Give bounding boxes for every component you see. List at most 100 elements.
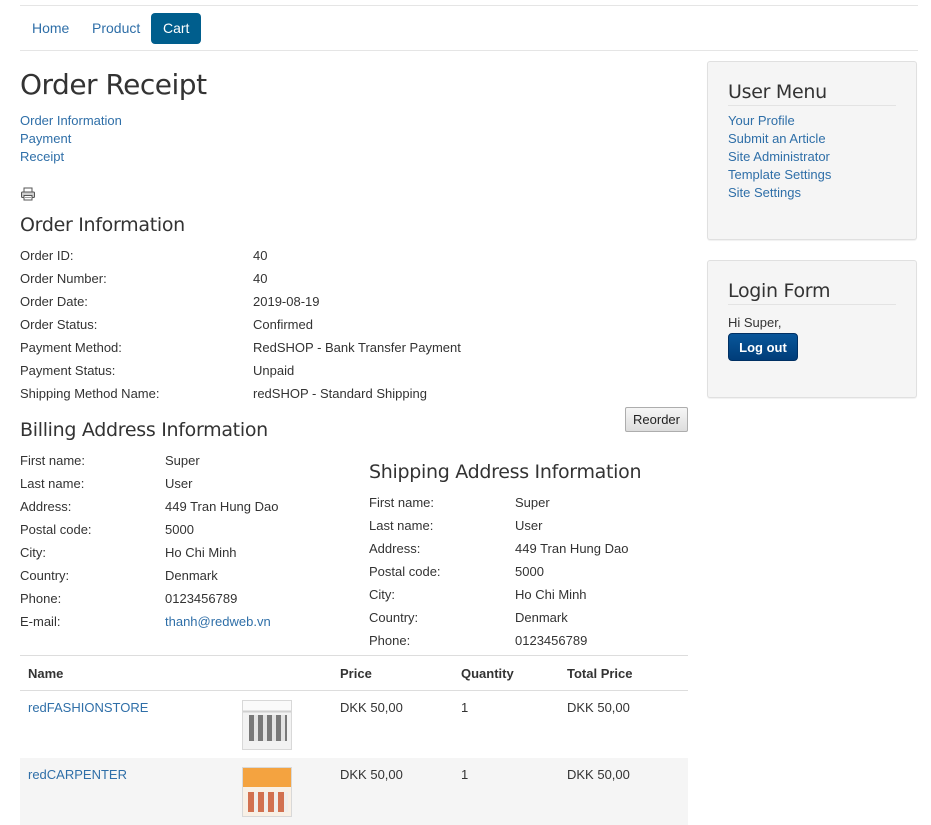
product-thumbnail[interactable] [242,700,292,750]
billing-row: Postal code: 5000 [20,518,350,541]
shipping-city-label: City: [369,587,395,602]
order-info-row: Payment Status: Unpaid [20,359,620,382]
col-name-header: Name [20,655,232,691]
step-receipt[interactable]: Receipt [20,148,122,166]
billing-row: City: Ho Chi Minh [20,541,350,564]
billing-row: First name: Super [20,449,350,472]
order-status-value: Confirmed [253,317,313,332]
billing-last-name-value: User [165,476,193,491]
shipping-row: Country: Denmark [369,606,689,629]
order-info-list: Order ID: 40 Order Number: 40 Order Date: 2… [20,244,620,405]
nav-home[interactable]: Home [20,13,81,44]
product-name-cell: redFASHIONSTORE [20,691,232,758]
payment-status-label: Payment Status: [20,363,116,378]
table-row: redFASHIONSTORE DKK 50,00 1 DKK 50,00 [20,691,688,758]
shipping-last-name-value: User [515,518,543,533]
product-price: DKK 50,00 [332,757,453,825]
billing-city-label: City: [20,545,46,560]
order-number-value: 40 [253,271,268,286]
product-total: DKK 50,00 [559,757,688,825]
nav-cart[interactable]: Cart [151,13,202,44]
product-image-cell [232,757,332,825]
billing-country-value: Denmark [165,568,218,583]
shipping-row: First name: Super [369,491,689,514]
billing-first-name-label: First name: [20,453,86,468]
shipping-row: Phone: 0123456789 [369,629,689,652]
reorder-button[interactable]: Reorder [625,407,688,432]
order-info-row: Payment Method: RedSHOP - Bank Transfer P… [20,336,620,359]
table-header-row: Name Price Quantity Total Price [20,655,688,691]
payment-status-value: Unpaid [253,363,295,378]
step-payment[interactable]: Payment [20,130,122,148]
shipping-phone-label: Phone: [369,633,411,648]
shipping-row: City: Ho Chi Minh [369,583,689,606]
order-status-label: Order Status: [20,317,98,332]
product-link[interactable]: redCARPENTER [28,767,127,782]
order-date-label: Order Date: [20,294,88,309]
main-nav: Home Product Cart [20,5,918,51]
col-quantity-header: Quantity [453,655,559,691]
shipping-method-label: Shipping Method Name: [20,386,160,401]
nav-product[interactable]: Product [80,13,152,44]
product-link[interactable]: redFASHIONSTORE [28,700,148,715]
billing-email-link[interactable]: thanh@redweb.vn [165,610,271,633]
template-settings-link[interactable]: Template Settings [728,166,896,184]
shipping-phone-value: 0123456789 [515,633,588,648]
checkout-steps: Order Information Payment Receipt [20,112,122,166]
site-administrator-link[interactable]: Site Administrator [728,148,896,166]
submit-article-link[interactable]: Submit an Article [728,130,896,148]
shipping-first-name-label: First name: [369,495,435,510]
step-order-information[interactable]: Order Information [20,112,122,130]
product-image-cell [232,691,332,758]
shipping-address-value: 449 Tran Hung Dao [515,541,629,556]
billing-last-name-label: Last name: [20,476,85,491]
cart-items-table: Name Price Quantity Total Price redFASHI… [20,655,688,825]
product-total: DKK 50,00 [567,700,630,715]
billing-row: Phone: 0123456789 [20,587,350,610]
order-info-row: Shipping Method Name: redSHOP - Standard … [20,382,620,405]
billing-row: E-mail: thanh@redweb.vn [20,610,350,633]
shipping-row: Postal code: 5000 [369,560,689,583]
shipping-postal-code-label: Postal code: [369,564,441,579]
product-quantity: 1 [461,700,469,715]
billing-address-list: First name: Super Last name: User Address:… [20,449,350,633]
user-menu-title: User Menu [728,62,896,106]
billing-row: Address: 449 Tran Hung Dao [20,495,350,518]
login-form-module: Login Form Hi Super, Log out [707,260,917,398]
payment-method-value: RedSHOP - Bank Transfer Payment [253,340,461,355]
your-profile-link[interactable]: Your Profile [728,112,896,130]
order-number-label: Order Number: [20,271,107,286]
billing-address-title: Billing Address Information [20,419,268,441]
billing-row: Country: Denmark [20,564,350,587]
login-form-title: Login Form [728,261,896,305]
printer-icon[interactable] [20,186,36,202]
shipping-country-label: Country: [369,610,419,625]
product-name-cell: redCARPENTER [20,757,232,825]
product-quantity: 1 [453,757,559,825]
billing-address-value: 449 Tran Hung Dao [165,499,279,514]
order-info-row: Order Status: Confirmed [20,313,620,336]
order-id-label: Order ID: [20,248,74,263]
col-price-header: Price [332,655,453,691]
order-info-row: Order ID: 40 [20,244,620,267]
billing-phone-value: 0123456789 [165,591,238,606]
col-image-header [232,655,332,691]
shipping-first-name-value: Super [515,495,550,510]
logout-button[interactable]: Log out [728,333,798,361]
shipping-country-value: Denmark [515,610,568,625]
billing-phone-label: Phone: [20,591,62,606]
billing-postal-code-value: 5000 [165,522,194,537]
shipping-row: Address: 449 Tran Hung Dao [369,537,689,560]
billing-country-label: Country: [20,568,70,583]
site-settings-link[interactable]: Site Settings [728,184,896,202]
shipping-address-label: Address: [369,541,421,556]
billing-email-label: E-mail: [20,614,61,629]
shipping-postal-code-value: 5000 [515,564,544,579]
order-info-row: Order Date: 2019-08-19 [20,290,620,313]
user-menu-links: Your Profile Submit an Article Site Admi… [728,112,896,202]
billing-row: Last name: User [20,472,350,495]
user-menu-module: User Menu Your Profile Submit an Article… [707,61,917,240]
billing-first-name-value: Super [165,453,200,468]
product-thumbnail[interactable] [242,766,292,817]
product-price: DKK 50,00 [340,700,403,715]
